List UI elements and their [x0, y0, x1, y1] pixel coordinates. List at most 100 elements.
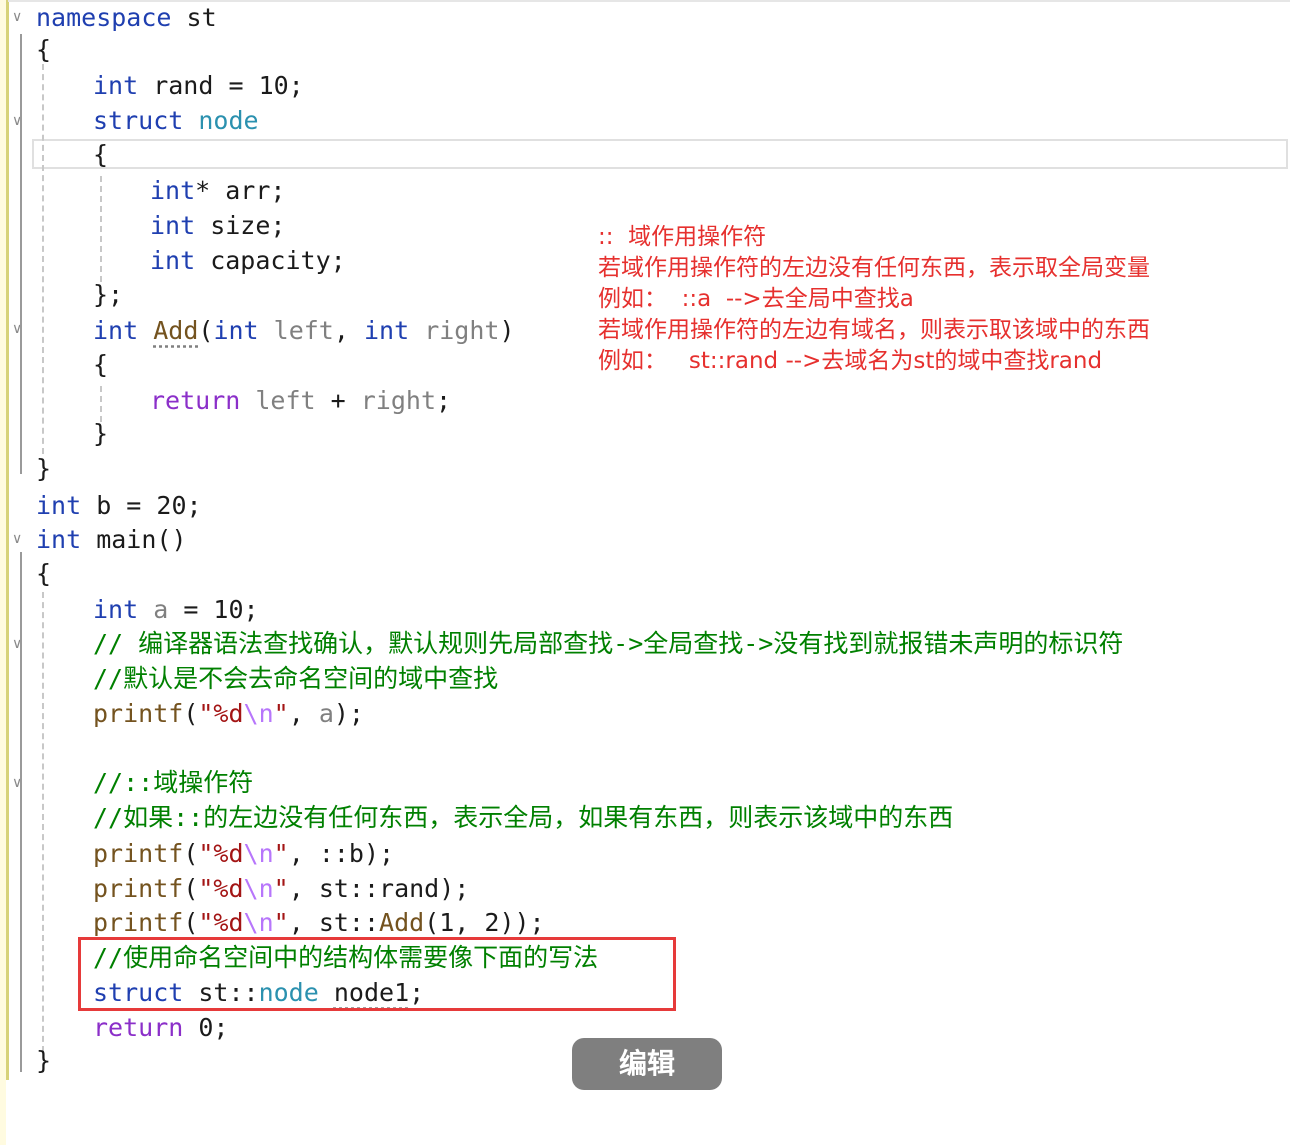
function-name: Add [379, 908, 425, 937]
comma: , [333, 316, 364, 345]
semicolon: ; [436, 386, 452, 415]
function-name: printf [93, 908, 184, 937]
param: right [424, 316, 500, 345]
outline-guide [20, 34, 22, 474]
fold-chevron-icon[interactable]: ∨ [12, 637, 32, 651]
param: left [255, 386, 316, 415]
code-line[interactable]: } [36, 452, 51, 486]
comment-line[interactable]: // 编译器语法查找确认，默认规则先局部查找->全局查找->没有找到就报错未声明… [93, 627, 1123, 661]
string: "%d [198, 908, 244, 937]
keyword: int [213, 316, 259, 345]
keyword: return [93, 1013, 184, 1042]
code-line[interactable]: { [93, 348, 108, 382]
code-text: capacity; [195, 246, 346, 275]
current-line-highlight [32, 139, 1288, 169]
comment-line[interactable]: //如果::的左边没有任何东西，表示全局，如果有东西，则表示该域中的东西 [93, 801, 953, 835]
brace: }; [93, 280, 124, 309]
keyword: int [150, 176, 196, 205]
keyword: int [93, 595, 139, 624]
code-text: size; [195, 211, 286, 240]
brace: } [93, 419, 109, 448]
keyword: int [150, 211, 196, 240]
keyword: int [36, 491, 82, 520]
code-line[interactable]: printf("%d\n", st::Add(1, 2)); [93, 906, 545, 940]
code-text: * arr; [195, 176, 286, 205]
brace: { [36, 35, 52, 64]
keyword: int [93, 71, 139, 100]
function-name: printf [93, 699, 184, 728]
annotation-line: 例如： ::a -->去全局中查找a [598, 286, 914, 312]
string: " [273, 839, 289, 868]
paren: ( [198, 316, 214, 345]
escape: \n [243, 908, 274, 937]
code-line[interactable]: { [36, 33, 51, 67]
change-indicator-bar [6, 0, 9, 1080]
escape: \n [243, 874, 274, 903]
code-line[interactable]: int main() [36, 523, 187, 557]
string: "%d [198, 839, 244, 868]
code-line[interactable]: printf("%d\n", st::rand); [93, 872, 469, 906]
code-line[interactable]: } [36, 1044, 51, 1078]
code-line[interactable]: int b = 20; [36, 489, 202, 523]
fold-chevron-icon[interactable]: ∨ [12, 776, 32, 790]
code-line[interactable]: int size; [150, 209, 285, 243]
function-name: printf [93, 839, 184, 868]
string: " [273, 874, 289, 903]
argument: st::rand [318, 874, 440, 903]
code-line[interactable]: printf("%d\n", a); [93, 697, 364, 731]
code-line[interactable]: int capacity; [150, 244, 346, 278]
code-line[interactable]: return left + right; [150, 384, 451, 418]
comment-line[interactable]: //默认是不会去命名空间的域中查找 [93, 662, 498, 696]
type-name: node [198, 106, 259, 135]
fold-chevron-icon[interactable]: ∨ [12, 532, 32, 546]
keyword: int [36, 525, 82, 554]
annotation-line: 若域作用操作符的左边有域名，则表示取该域中的东西 [598, 317, 1150, 343]
code-line[interactable]: namespace st [36, 1, 217, 35]
code-text: b = 20; [81, 491, 202, 520]
function-name: Add [153, 316, 199, 345]
code-line[interactable]: } [93, 417, 108, 451]
brace: { [93, 350, 109, 379]
code-line[interactable]: int Add(int left, int right) [93, 314, 515, 348]
code-line[interactable]: return 0; [93, 1011, 228, 1045]
keyword: int [93, 316, 139, 345]
string: "%d [198, 874, 244, 903]
escape: \n [243, 699, 274, 728]
keyword: namespace [36, 3, 172, 32]
code-line[interactable]: struct node [93, 104, 259, 138]
scope-prefix: st:: [318, 908, 380, 937]
variable: a [153, 595, 169, 624]
brace: } [36, 1046, 52, 1075]
keyword: int [150, 246, 196, 275]
annotation-line: 若域作用操作符的左边没有任何东西，表示取全局变量 [598, 255, 1150, 281]
code-line[interactable]: { [93, 138, 108, 172]
param: right [360, 386, 437, 415]
fold-chevron-icon[interactable]: ∨ [12, 322, 32, 336]
param: left [273, 316, 334, 345]
brace: { [93, 140, 109, 169]
brace: { [36, 559, 52, 588]
comment-line[interactable]: //::域操作符 [93, 766, 253, 800]
paren: ) [499, 316, 515, 345]
indent-guide [42, 592, 44, 1052]
brace: } [36, 454, 52, 483]
namespace-name: st [171, 3, 217, 32]
keyword: return [150, 386, 241, 415]
code-line[interactable]: { [36, 557, 51, 591]
code-text: rand = 10; [138, 71, 304, 100]
operator: + [315, 386, 361, 415]
escape: \n [243, 839, 274, 868]
code-text: main() [81, 525, 187, 554]
code-line[interactable]: int a = 10; [93, 593, 259, 627]
annotation-line: 例如： st::rand -->去域名为st的域中查找rand [598, 348, 1103, 374]
code-line[interactable]: printf("%d\n", ::b); [93, 837, 394, 871]
indent-guide [100, 176, 102, 282]
code-line[interactable]: int* arr; [150, 174, 285, 208]
argument: (1, 2) [424, 908, 515, 937]
fold-chevron-icon[interactable]: ∨ [12, 10, 32, 24]
code-line[interactable]: }; [93, 278, 123, 312]
edit-button[interactable]: 编辑 [572, 1038, 722, 1090]
code-line[interactable]: int rand = 10; [93, 69, 304, 103]
outline-guide [20, 552, 22, 1072]
fold-chevron-icon[interactable]: ∨ [12, 114, 32, 128]
